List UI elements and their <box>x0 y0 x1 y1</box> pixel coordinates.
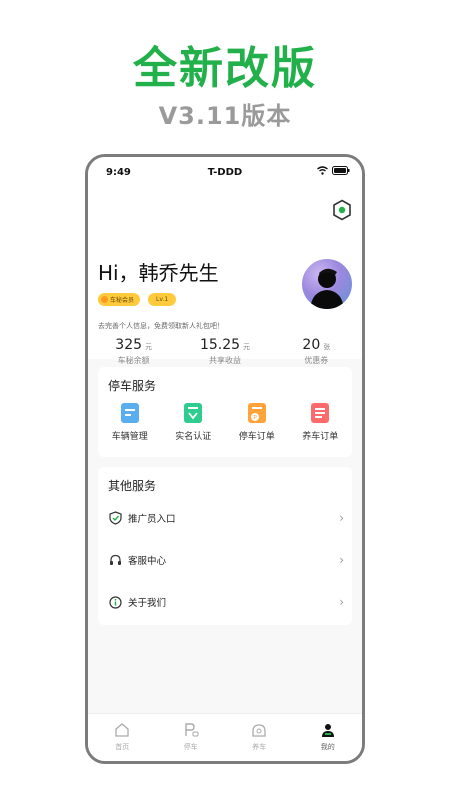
settings-button[interactable] <box>332 199 352 221</box>
chevron-right-icon: › <box>339 553 344 567</box>
other-services-list: 推广员入口 › 客服中心 › 关于我们 › <box>98 497 352 623</box>
list-item-promoter-entry[interactable]: 推广员入口 › <box>98 497 352 539</box>
list-item-label: 关于我们 <box>128 598 167 609</box>
promo-subtitle: V3.11版本 <box>158 102 292 130</box>
bottom-tab-bar: 首页 停车 养车 我的 <box>88 713 362 761</box>
tab-home[interactable]: 首页 <box>88 714 157 761</box>
parking-services-grid: 车辆管理 实名认证 P 停车订单 养车订单 <box>98 403 352 442</box>
level-badge[interactable]: Lv.1 <box>148 293 177 306</box>
tab-label: 停车 <box>183 743 198 751</box>
list-item-label: 客服中心 <box>128 556 167 567</box>
stat-unit: 张 <box>323 343 331 351</box>
service-label: 车辆管理 <box>111 432 148 442</box>
app-screen: 9:49 T-DDD Hi，韩乔先生 车秘会员 Lv.1 去完善个人信息，免费领… <box>88 157 362 761</box>
info-icon <box>108 595 122 609</box>
avatar[interactable] <box>302 259 352 309</box>
svg-text:P: P <box>253 415 257 422</box>
tab-label: 我的 <box>320 743 335 751</box>
service-vehicle-management[interactable]: 车辆管理 <box>98 403 162 442</box>
stat-unit: 元 <box>145 343 153 351</box>
level-badge-label: Lv.1 <box>156 296 169 303</box>
profile-header: Hi，韩乔先生 车秘会员 Lv.1 去完善个人信息，免费领取新人礼包吧！ 325… <box>88 187 362 365</box>
stat-shared-income[interactable]: 15.25 元 共享收益 <box>179 337 270 366</box>
status-icons <box>317 166 350 175</box>
stat-coupons[interactable]: 20 张 优惠券 <box>271 337 362 366</box>
parking-icon <box>183 722 199 738</box>
user-greeting: Hi，韩乔先生 <box>98 261 219 285</box>
stat-label: 优惠券 <box>304 356 329 365</box>
hexagon-settings-icon <box>333 199 351 221</box>
stat-value: 325 <box>115 337 143 353</box>
care-order-icon <box>311 403 330 423</box>
parking-order-icon: P <box>247 403 266 423</box>
service-label: 养车订单 <box>302 432 339 442</box>
stat-balance[interactable]: 325 元 车秘余额 <box>88 337 179 366</box>
stat-label: 共享收益 <box>208 356 241 365</box>
battery-icon <box>332 166 350 175</box>
account-stats: 325 元 车秘余额 15.25 元 共享收益 20 张 优惠券 <box>88 337 362 366</box>
vip-badge-label: 车秘会员 <box>110 297 135 304</box>
parking-services-card: 停车服务 车辆管理 实名认证 P 停车订单 养车订单 <box>98 367 352 457</box>
tab-label: 首页 <box>115 743 130 751</box>
home-icon <box>114 722 130 738</box>
tab-car-care[interactable]: 养车 <box>225 714 294 761</box>
car-care-icon <box>251 722 267 738</box>
tab-profile[interactable]: 我的 <box>294 714 363 761</box>
list-item-about-us[interactable]: 关于我们 › <box>98 581 352 623</box>
complete-profile-link[interactable]: 去完善个人信息，免费领取新人礼包吧！ <box>98 321 224 331</box>
vip-badge[interactable]: 车秘会员 <box>98 293 141 306</box>
user-silhouette-icon <box>310 268 344 309</box>
chevron-right-icon: › <box>339 595 344 609</box>
vehicle-card-icon <box>120 403 139 423</box>
other-services-card: 其他服务 推广员入口 › 客服中心 › 关于我们 › <box>98 467 352 625</box>
stat-unit: 元 <box>243 343 251 351</box>
service-parking-orders[interactable]: P 停车订单 <box>225 403 289 442</box>
stat-value: 15.25 <box>199 337 241 353</box>
service-label: 实名认证 <box>175 432 212 442</box>
promo-title: 全新改版 <box>133 43 317 94</box>
profile-icon <box>320 722 336 738</box>
tab-label: 养车 <box>252 743 267 751</box>
crown-icon <box>101 296 108 303</box>
service-label: 停车订单 <box>238 432 275 442</box>
phone-frame: 9:49 T-DDD Hi，韩乔先生 车秘会员 Lv.1 去完善个人信息，免费领… <box>85 154 365 764</box>
stat-label: 车秘余额 <box>117 356 150 365</box>
headset-icon <box>108 553 122 567</box>
member-badges: 车秘会员 Lv.1 <box>98 293 177 306</box>
other-services-title: 其他服务 <box>108 479 157 493</box>
list-item-customer-service[interactable]: 客服中心 › <box>98 539 352 581</box>
service-real-name-verification[interactable]: 实名认证 <box>162 403 226 442</box>
tab-parking[interactable]: 停车 <box>157 714 226 761</box>
parking-services-title: 停车服务 <box>108 379 157 393</box>
stat-value: 20 <box>302 337 321 353</box>
shield-check-icon <box>108 511 122 525</box>
wifi-icon <box>317 166 328 175</box>
status-bar: 9:49 T-DDD <box>88 157 362 187</box>
verify-card-icon <box>184 403 203 423</box>
service-car-care-orders[interactable]: 养车订单 <box>289 403 353 442</box>
chevron-right-icon: › <box>339 511 344 525</box>
list-item-label: 推广员入口 <box>128 514 176 525</box>
